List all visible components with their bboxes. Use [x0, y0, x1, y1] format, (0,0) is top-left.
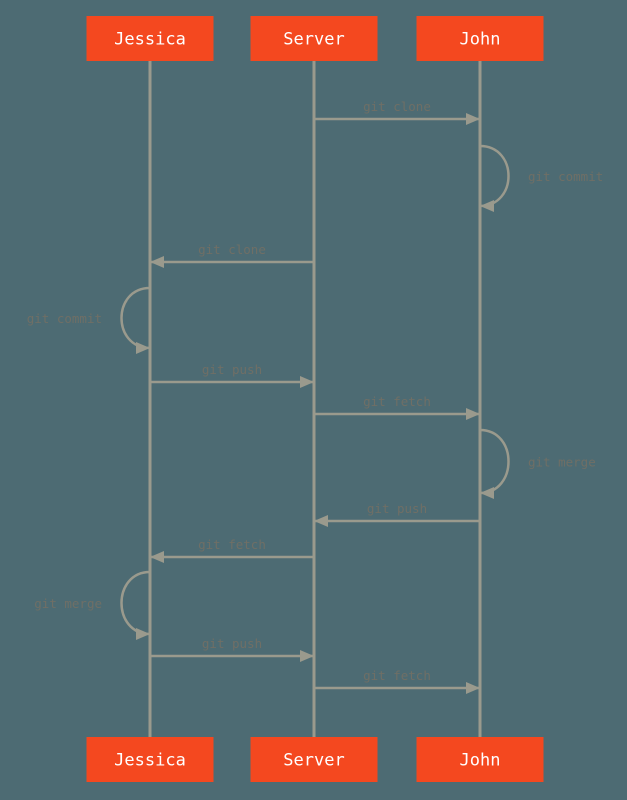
header-actor-label-jessica: Jessica	[114, 30, 186, 50]
message-5-git-fetch[interactable]: git fetch	[314, 394, 480, 420]
self-message-arc	[479, 144, 510, 208]
header-actor-label-john: John	[460, 30, 501, 50]
footer-actor-label-server: Server	[283, 751, 344, 771]
arrow-head	[150, 551, 164, 563]
message-1-git-commit[interactable]: git commit	[479, 144, 603, 212]
arrow-head	[314, 515, 328, 527]
message-label: git commit	[27, 311, 102, 326]
arrow-head	[466, 682, 480, 694]
message-label: git fetch	[198, 537, 266, 552]
arrow-head	[466, 113, 480, 125]
footer-actor-server[interactable]: Server	[250, 737, 378, 782]
message-label: git merge	[34, 596, 102, 611]
message-8-git-fetch[interactable]: git fetch	[150, 537, 314, 563]
arrow-head	[300, 650, 314, 662]
message-label: git commit	[528, 169, 603, 184]
sequence-diagram-svg: git clone git commit git clone git commit gi…	[27, 16, 603, 782]
arrow-head	[300, 376, 314, 388]
self-message-arc	[120, 570, 151, 636]
arrow-head	[466, 408, 480, 420]
message-label: git merge	[528, 455, 596, 470]
message-4-git-push[interactable]: git push	[150, 362, 314, 388]
message-label: git clone	[198, 242, 266, 257]
message-0-git-clone[interactable]: git clone	[314, 99, 480, 125]
footer-actor-jessica[interactable]: Jessica	[86, 737, 214, 782]
message-label: git fetch	[363, 668, 431, 683]
sequence-diagram-canvas: git clone git commit git clone git commit gi…	[0, 0, 627, 800]
footer-actor-label-jessica: Jessica	[114, 751, 186, 771]
arrow-head	[150, 256, 164, 268]
footer-actor-label-john: John	[460, 751, 501, 771]
message-label: git clone	[363, 99, 431, 114]
self-message-arc	[120, 286, 151, 350]
self-message-arc	[479, 428, 510, 495]
header-actor-server[interactable]: Server	[250, 16, 378, 61]
message-label: git fetch	[363, 394, 431, 409]
message-6-git-merge[interactable]: git merge	[479, 428, 596, 499]
message-label: git push	[367, 501, 427, 516]
message-7-git-push[interactable]: git push	[314, 501, 480, 527]
header-actor-jessica[interactable]: Jessica	[86, 16, 214, 61]
message-10-git-push[interactable]: git push	[150, 636, 314, 662]
arrow-head	[480, 487, 494, 499]
arrow-head	[480, 200, 494, 212]
message-11-git-fetch[interactable]: git fetch	[314, 668, 480, 694]
message-label: git push	[202, 636, 262, 651]
message-label: git push	[202, 362, 262, 377]
message-2-git-clone[interactable]: git clone	[150, 242, 314, 268]
footer-actor-john[interactable]: John	[416, 737, 544, 782]
arrow-head	[136, 342, 150, 354]
arrow-head	[136, 628, 150, 640]
message-9-git-merge[interactable]: git merge	[34, 570, 151, 640]
header-actor-label-server: Server	[283, 30, 344, 50]
header-actor-john[interactable]: John	[416, 16, 544, 61]
message-3-git-commit[interactable]: git commit	[27, 286, 151, 354]
